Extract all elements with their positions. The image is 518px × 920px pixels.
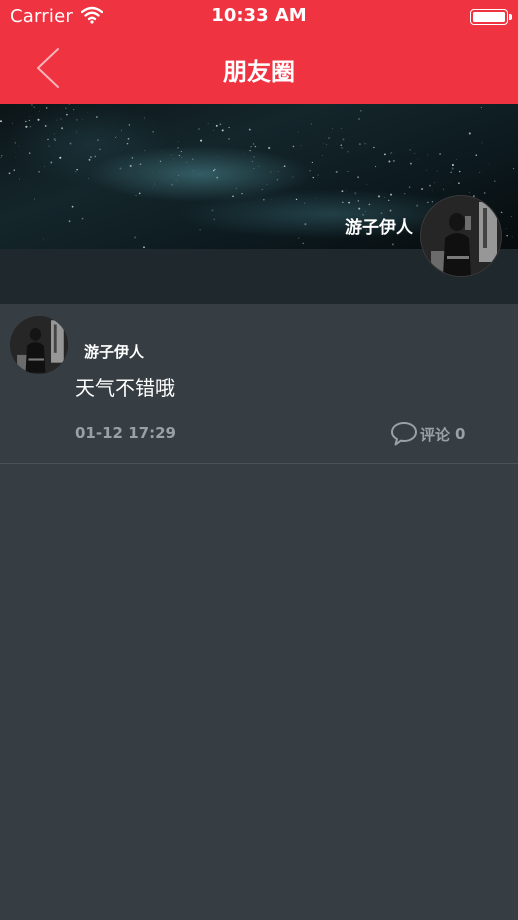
post-text: 天气不错哦 [75,376,175,400]
header: Carrier 10:33 AM 朋友圈 [0,0,518,104]
avatar-photo [421,196,501,276]
status-time: 10:33 AM [211,5,307,26]
moments-screen: Carrier 10:33 AM 朋友圈 游子伊人 游子伊人 天气不错哦 01-… [0,0,518,920]
post-timestamp: 01-12 17:29 [75,424,176,442]
comment-button[interactable]: 评论 0 [390,420,465,448]
comment-label: 评论 [420,425,451,444]
post-avatar[interactable] [10,316,68,374]
battery-icon [470,9,512,25]
status-bar: Carrier 10:33 AM [0,0,518,34]
post-username[interactable]: 游子伊人 [84,341,144,362]
avatar-photo [10,316,68,374]
post-item: 游子伊人 天气不错哦 01-12 17:29 评论 0 [0,304,518,464]
comment-count: 0 [455,425,466,443]
profile-username[interactable]: 游子伊人 [345,213,413,238]
moments-feed: 游子伊人 天气不错哦 01-12 17:29 评论 0 [0,304,518,464]
comment-bubble-icon [391,422,417,446]
profile-avatar[interactable] [420,195,502,277]
page-title: 朋友圈 [223,58,295,86]
